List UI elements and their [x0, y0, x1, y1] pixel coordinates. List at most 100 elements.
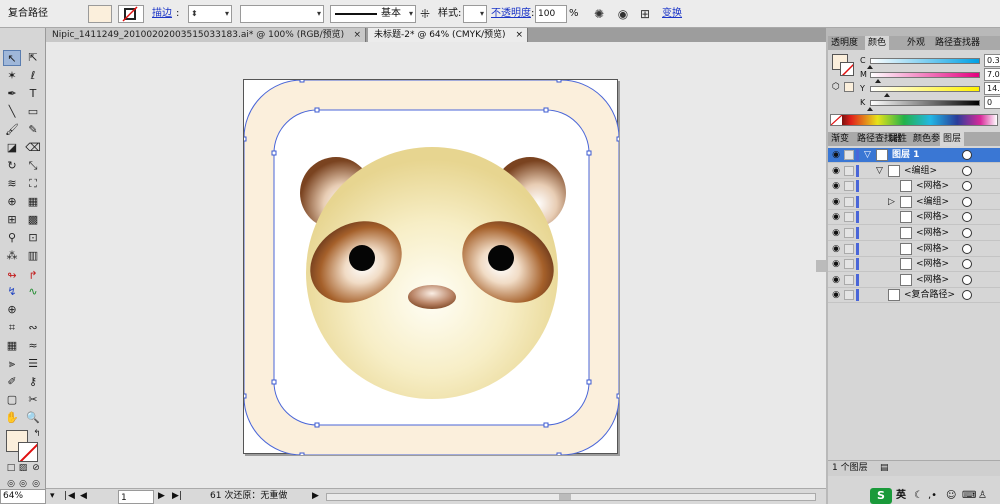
target-circle-icon[interactable]: [962, 274, 972, 285]
line-tool-icon[interactable]: ╲: [3, 104, 21, 120]
next-artboard-icon[interactable]: ▶: [158, 489, 165, 504]
perspective-grid-tool-icon[interactable]: ⊞: [3, 212, 21, 228]
layer-row[interactable]: ◉ ▽ <编组>: [828, 164, 1000, 179]
layer-row[interactable]: ◉ ▽ 图层 1: [828, 148, 1000, 163]
warp-tool-icon[interactable]: ≈: [24, 338, 42, 354]
horizontal-scrollbar[interactable]: [326, 493, 816, 501]
panda-artwork[interactable]: [244, 80, 619, 455]
lock-toggle[interactable]: [844, 212, 854, 223]
transform-link[interactable]: 变换: [662, 5, 682, 23]
expand-toggle-icon[interactable]: ▽: [864, 148, 871, 163]
anchor-point[interactable]: [556, 452, 562, 455]
blob-brush-tool-icon[interactable]: ◪: [3, 140, 21, 156]
slider-value[interactable]: 14.9: [984, 82, 1000, 95]
visibility-eye-icon[interactable]: ◉: [831, 181, 841, 191]
close-icon[interactable]: ×: [353, 28, 361, 42]
slider-value[interactable]: 7.06: [984, 68, 1000, 81]
target-circle-icon[interactable]: [962, 243, 972, 254]
anchor-point[interactable]: [244, 136, 247, 142]
stroke-link[interactable]: 描边: [152, 5, 172, 23]
anchor-point[interactable]: [271, 150, 277, 156]
scroll-thumb[interactable]: [559, 494, 571, 500]
anchor-point[interactable]: [299, 452, 305, 455]
lock-toggle[interactable]: [844, 259, 854, 270]
pencil-tool-icon[interactable]: ✎: [24, 122, 42, 138]
slider-track[interactable]: [870, 58, 980, 64]
anchor-point[interactable]: [556, 80, 562, 83]
scroll-handle[interactable]: [816, 260, 826, 272]
slider-thumb[interactable]: [867, 65, 874, 69]
make-clipping-mask-icon[interactable]: ▤: [880, 461, 889, 476]
prev-artboard-icon[interactable]: ◀: [80, 489, 87, 504]
zoom-dropdown-icon[interactable]: ▾: [50, 489, 55, 504]
stroke-color-swatch[interactable]: [18, 442, 38, 462]
slider-track[interactable]: [870, 100, 980, 106]
ime-language[interactable]: 英: [896, 488, 906, 504]
lasso-tool-icon[interactable]: ℓ: [24, 68, 42, 84]
paintbrush-tool-icon[interactable]: 🖌: [3, 122, 21, 138]
target-circle-icon[interactable]: [962, 212, 972, 223]
layer-row[interactable]: ◉ <网格>: [828, 242, 1000, 257]
curvature-tool-icon[interactable]: ↬: [3, 268, 21, 284]
tab-transparency[interactable]: 透明度: [828, 36, 861, 50]
target-circle-icon[interactable]: [962, 196, 972, 207]
anchor-tool-icon[interactable]: ↯: [3, 284, 21, 300]
visibility-eye-icon[interactable]: ◉: [831, 212, 841, 222]
layer-name[interactable]: <网格>: [916, 257, 949, 272]
layer-name[interactable]: <复合路径>: [904, 288, 955, 303]
lock-toggle[interactable]: [844, 243, 854, 254]
punctuation-icon[interactable]: ,•: [928, 488, 937, 504]
symbol-sprayer-tool-icon[interactable]: ⁂: [3, 248, 21, 264]
tab-color[interactable]: 颜色: [865, 36, 890, 50]
layer-row[interactable]: ◉ <网格>: [828, 257, 1000, 273]
lock-toggle[interactable]: [844, 274, 854, 285]
artboard[interactable]: [243, 79, 619, 455]
mesh-tool-icon[interactable]: ▦: [3, 338, 21, 354]
slider-value[interactable]: 0.39: [984, 54, 1000, 67]
wave-tool-icon[interactable]: ∿: [24, 284, 42, 300]
brush-definition-field[interactable]: ▾: [240, 5, 324, 23]
rotate-tool-icon[interactable]: ↻: [3, 158, 21, 174]
target-circle-icon[interactable]: [962, 259, 972, 270]
anchor-point[interactable]: [616, 393, 619, 399]
lock-toggle[interactable]: [844, 181, 854, 192]
keyboard-icon[interactable]: ⌨: [962, 488, 976, 504]
stroke-weight-field[interactable]: ⬍ ▾: [188, 5, 232, 23]
tab-nipic-document[interactable]: Nipic_1411249_20100202003515033183.ai* @…: [46, 28, 366, 42]
lock-toggle[interactable]: [844, 150, 854, 160]
emoji-icon[interactable]: ☺: [946, 488, 956, 504]
recolor-artwork-icon[interactable]: ✺: [590, 5, 608, 23]
last-artboard-icon[interactable]: ▶|: [172, 489, 182, 504]
tab-attributes[interactable]: 属性: [886, 132, 910, 146]
align-icon[interactable]: ⊞: [636, 5, 654, 23]
layer-name[interactable]: <网格>: [916, 210, 949, 225]
layer-name[interactable]: <网格>: [916, 242, 949, 257]
lock-toggle[interactable]: [844, 196, 854, 207]
anchor-point[interactable]: [586, 150, 592, 156]
target-circle-icon[interactable]: [962, 150, 972, 160]
tab-layers[interactable]: 图层: [940, 132, 965, 146]
hand-crop-icon[interactable]: ▢: [3, 392, 21, 408]
anchor-point[interactable]: [271, 379, 277, 385]
layer-name[interactable]: 图层 1: [892, 148, 919, 163]
column-graph-tool-icon[interactable]: ▥: [24, 248, 42, 264]
live-paint-tool-icon[interactable]: ▦: [24, 194, 42, 210]
blend-tool-icon[interactable]: ⊡: [24, 230, 42, 246]
layer-name[interactable]: <编组>: [916, 195, 949, 210]
visibility-eye-icon[interactable]: ◉: [831, 275, 841, 285]
measure-tool-icon[interactable]: ⚷: [24, 374, 42, 390]
visibility-eye-icon[interactable]: ◉: [831, 244, 841, 254]
artboard-tool-icon[interactable]: ⌗: [3, 320, 21, 336]
layer-name[interactable]: <网格>: [916, 226, 949, 241]
eraser-tool-icon[interactable]: ⌫: [24, 140, 42, 156]
anchor-point[interactable]: [586, 379, 592, 385]
status-menu-icon[interactable]: ▶: [312, 489, 319, 504]
first-artboard-icon[interactable]: |◀: [64, 489, 76, 504]
pen-tool-icon[interactable]: ✒: [3, 86, 21, 102]
close-icon[interactable]: ×: [515, 28, 523, 42]
shape-builder-tool-icon[interactable]: ⊕: [3, 194, 21, 210]
slider-track[interactable]: [870, 86, 980, 92]
hand-tool-icon[interactable]: ✋: [3, 410, 21, 426]
cube-icon[interactable]: ⬡: [832, 82, 840, 92]
zoom-level-field[interactable]: 64%: [0, 489, 46, 504]
